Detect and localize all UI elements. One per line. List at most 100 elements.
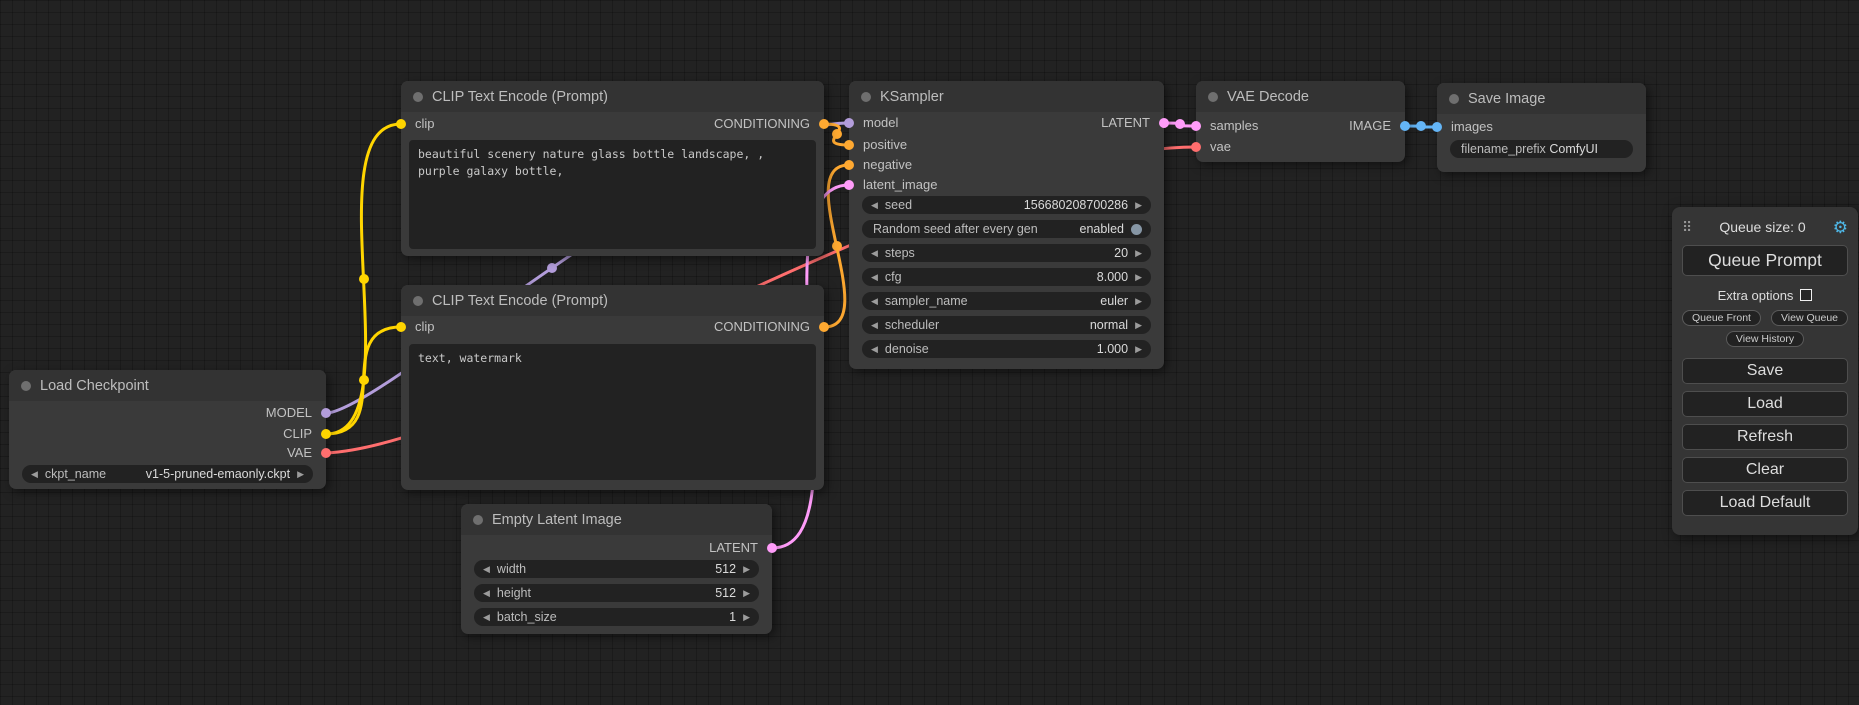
node-title-bar[interactable]: Empty Latent Image	[461, 504, 772, 535]
decrement-arrow-icon[interactable]: ◀	[871, 345, 878, 354]
refresh-button[interactable]: Refresh	[1682, 424, 1848, 450]
node-save-image[interactable]: Save Image images filename_prefix ComfyU…	[1437, 83, 1646, 172]
output-slot-latent[interactable]: LATENT	[1101, 115, 1164, 131]
queue-front-button[interactable]: Queue Front	[1682, 310, 1761, 326]
input-slot-vae[interactable]: vae	[1196, 139, 1231, 155]
node-title-bar[interactable]: Save Image	[1437, 83, 1646, 114]
output-slot-conditioning[interactable]: CONDITIONING	[714, 116, 824, 132]
input-slot-clip[interactable]: clip	[401, 116, 435, 132]
output-slot-image[interactable]: IMAGE	[1349, 118, 1405, 134]
negative-prompt-textarea[interactable]: text, watermark	[409, 344, 816, 480]
latent-slot-dot[interactable]	[1191, 121, 1201, 131]
filename-prefix-widget[interactable]: filename_prefix ComfyUI	[1450, 140, 1633, 158]
output-slot-conditioning[interactable]: CONDITIONING	[714, 319, 824, 335]
node-title-bar[interactable]: VAE Decode	[1196, 81, 1405, 112]
scheduler-widget[interactable]: ◀ scheduler normal ▶	[862, 316, 1151, 334]
image-slot-dot[interactable]	[1400, 121, 1410, 131]
node-title-bar[interactable]: KSampler	[849, 81, 1164, 112]
prev-arrow-icon[interactable]: ◀	[31, 470, 38, 479]
collapse-dot-icon[interactable]	[413, 92, 423, 102]
decrement-arrow-icon[interactable]: ◀	[871, 273, 878, 282]
steps-widget[interactable]: ◀ steps 20 ▶	[862, 244, 1151, 262]
view-history-button[interactable]: View History	[1726, 331, 1804, 347]
input-slot-positive[interactable]: positive	[849, 137, 907, 153]
vae-slot-dot[interactable]	[1191, 142, 1201, 152]
prev-arrow-icon[interactable]: ◀	[871, 297, 878, 306]
increment-arrow-icon[interactable]: ▶	[743, 589, 750, 598]
positive-prompt-textarea[interactable]: beautiful scenery nature glass bottle la…	[409, 140, 816, 249]
latent-slot-dot[interactable]	[1159, 118, 1169, 128]
output-slot-vae[interactable]: VAE	[287, 445, 326, 461]
decrement-arrow-icon[interactable]: ◀	[483, 565, 490, 574]
collapse-dot-icon[interactable]	[861, 92, 871, 102]
next-arrow-icon[interactable]: ▶	[1135, 297, 1142, 306]
denoise-widget[interactable]: ◀ denoise 1.000 ▶	[862, 340, 1151, 358]
next-arrow-icon[interactable]: ▶	[1135, 321, 1142, 330]
random-seed-toggle-widget[interactable]: Random seed after every gen enabled	[862, 220, 1151, 238]
input-slot-latent-image[interactable]: latent_image	[849, 177, 937, 193]
collapse-dot-icon[interactable]	[473, 515, 483, 525]
load-button[interactable]: Load	[1682, 391, 1848, 417]
increment-arrow-icon[interactable]: ▶	[1135, 249, 1142, 258]
toggle-dot-icon[interactable]	[1131, 224, 1142, 235]
node-title-bar[interactable]: CLIP Text Encode (Prompt)	[401, 285, 824, 316]
input-slot-model[interactable]: model	[849, 115, 898, 131]
model-slot-dot[interactable]	[844, 118, 854, 128]
vae-slot-dot[interactable]	[321, 448, 331, 458]
input-slot-samples[interactable]: samples	[1196, 118, 1258, 134]
decrement-arrow-icon[interactable]: ◀	[483, 589, 490, 598]
increment-arrow-icon[interactable]: ▶	[1135, 345, 1142, 354]
ckpt-name-widget[interactable]: ◀ ckpt_name v1-5-pruned-emaonly.ckpt ▶	[22, 465, 313, 483]
node-empty-latent-image[interactable]: Empty Latent Image LATENT ◀ width 512 ▶ …	[461, 504, 772, 634]
cfg-widget[interactable]: ◀ cfg 8.000 ▶	[862, 268, 1151, 286]
sampler-name-widget[interactable]: ◀ sampler_name euler ▶	[862, 292, 1151, 310]
conditioning-slot-dot[interactable]	[819, 119, 829, 129]
decrement-arrow-icon[interactable]: ◀	[483, 613, 490, 622]
collapse-dot-icon[interactable]	[413, 296, 423, 306]
latent-slot-dot[interactable]	[844, 180, 854, 190]
increment-arrow-icon[interactable]: ▶	[743, 565, 750, 574]
input-slot-images[interactable]: images	[1437, 119, 1493, 135]
batch-size-widget[interactable]: ◀ batch_size 1 ▶	[474, 608, 759, 626]
increment-arrow-icon[interactable]: ▶	[1135, 201, 1142, 210]
image-slot-dot[interactable]	[1432, 122, 1442, 132]
collapse-dot-icon[interactable]	[1449, 94, 1459, 104]
width-widget[interactable]: ◀ width 512 ▶	[474, 560, 759, 578]
view-queue-button[interactable]: View Queue	[1771, 310, 1848, 326]
extra-options-checkbox[interactable]	[1800, 289, 1812, 301]
decrement-arrow-icon[interactable]: ◀	[871, 249, 878, 258]
queue-prompt-button[interactable]: Queue Prompt	[1682, 245, 1848, 276]
drag-handle-icon[interactable]: ⠿	[1682, 219, 1692, 236]
settings-gear-icon[interactable]: ⚙	[1833, 219, 1848, 236]
input-slot-clip[interactable]: clip	[401, 319, 435, 335]
node-load-checkpoint[interactable]: Load Checkpoint MODEL CLIP VAE ◀ ckpt_na…	[9, 370, 326, 489]
conditioning-slot-dot[interactable]	[819, 322, 829, 332]
node-title-bar[interactable]: CLIP Text Encode (Prompt)	[401, 81, 824, 112]
collapse-dot-icon[interactable]	[21, 381, 31, 391]
conditioning-slot-dot[interactable]	[844, 140, 854, 150]
node-title-bar[interactable]: Load Checkpoint	[9, 370, 326, 401]
prev-arrow-icon[interactable]: ◀	[871, 321, 878, 330]
increment-arrow-icon[interactable]: ▶	[1135, 273, 1142, 282]
height-widget[interactable]: ◀ height 512 ▶	[474, 584, 759, 602]
node-clip-text-encode-negative[interactable]: CLIP Text Encode (Prompt) clip CONDITION…	[401, 285, 824, 490]
save-button[interactable]: Save	[1682, 358, 1848, 384]
output-slot-latent[interactable]: LATENT	[709, 540, 772, 556]
load-default-button[interactable]: Load Default	[1682, 490, 1848, 516]
seed-widget[interactable]: ◀ seed 156680208700286 ▶	[862, 196, 1151, 214]
model-slot-dot[interactable]	[321, 408, 331, 418]
node-ksampler[interactable]: KSampler model positive negative latent_…	[849, 81, 1164, 369]
clip-slot-dot[interactable]	[321, 429, 331, 439]
latent-slot-dot[interactable]	[767, 543, 777, 553]
node-clip-text-encode-positive[interactable]: CLIP Text Encode (Prompt) clip CONDITION…	[401, 81, 824, 256]
output-slot-clip[interactable]: CLIP	[283, 426, 326, 442]
output-slot-model[interactable]: MODEL	[266, 405, 326, 421]
next-arrow-icon[interactable]: ▶	[297, 470, 304, 479]
decrement-arrow-icon[interactable]: ◀	[871, 201, 878, 210]
clear-button[interactable]: Clear	[1682, 457, 1848, 483]
node-vae-decode[interactable]: VAE Decode samples vae IMAGE	[1196, 81, 1405, 162]
increment-arrow-icon[interactable]: ▶	[743, 613, 750, 622]
clip-slot-dot[interactable]	[396, 119, 406, 129]
clip-slot-dot[interactable]	[396, 322, 406, 332]
conditioning-slot-dot[interactable]	[844, 160, 854, 170]
